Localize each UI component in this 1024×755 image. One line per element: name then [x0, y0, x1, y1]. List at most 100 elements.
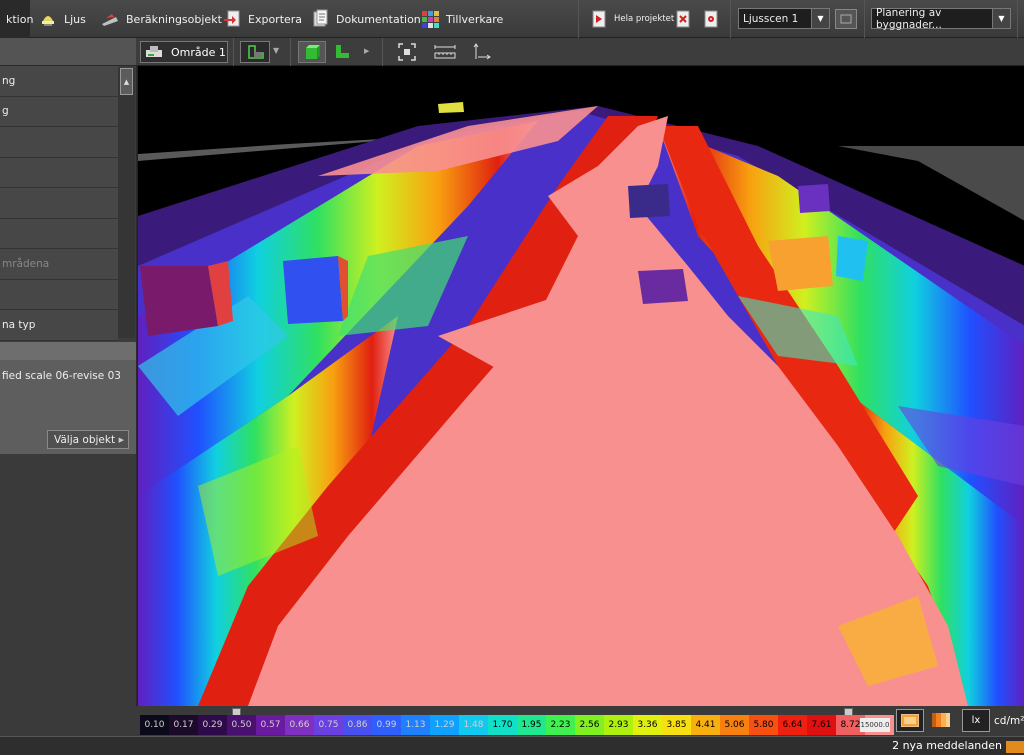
menu-calc-objects-label: Beräkningsobjekt	[126, 12, 222, 26]
legend-value: 5.80	[749, 715, 778, 735]
main-menu-bar: ktion Ljus Beräkningsobjekt Exportera Do…	[0, 0, 1024, 38]
status-bar: 2 nya meddelanden	[0, 736, 1024, 755]
toolbar-separator	[382, 38, 383, 66]
legend-value: 1.48	[459, 715, 488, 735]
floor-view-button[interactable]	[334, 44, 350, 63]
select-object-label: Välja objekt	[54, 433, 116, 446]
select-object-button[interactable]: Välja objekt ▶	[47, 430, 129, 449]
viewport-toolbar: Område 1 ▼ ▶	[136, 38, 1024, 66]
legend-value: 0.50	[227, 715, 256, 735]
legend-value: 0.75	[314, 715, 343, 735]
legend-value: 2.23	[546, 715, 575, 735]
menu-light[interactable]: Ljus	[32, 0, 92, 38]
measure-height-button[interactable]	[472, 43, 492, 64]
legend-value: 1.13	[401, 715, 430, 735]
ruler-icon	[434, 45, 456, 63]
menu-light-label: Ljus	[64, 12, 86, 26]
menu-documentation-label: Dokumentation	[336, 12, 421, 26]
fit-view-icon	[398, 43, 416, 64]
menu-separator	[578, 0, 579, 38]
chevron-right-icon: ▶	[118, 435, 124, 444]
menu-export[interactable]: Exportera	[216, 0, 308, 38]
legend-value: 0.86	[343, 715, 372, 735]
list-item-label: mrådena	[2, 257, 50, 270]
left-panel-empty-area	[0, 454, 136, 755]
list-item[interactable]	[0, 218, 118, 249]
legend-value: 0.66	[285, 715, 314, 735]
plan-select-value: Planering av byggnader...	[876, 6, 942, 31]
cube-icon	[305, 45, 321, 64]
calc-settings-button[interactable]	[698, 0, 724, 38]
light-scene-select[interactable]: Ljusscen 1 ▼	[738, 8, 830, 29]
menu-manufacturer[interactable]: Tillverkare	[414, 0, 509, 38]
plan-select[interactable]: Planering av byggnader... ▼	[871, 6, 1011, 31]
notifications-text[interactable]: 2 nya meddelanden	[892, 739, 1002, 752]
legend-value: 3.36	[633, 715, 662, 735]
list-item[interactable]: mrådena	[0, 249, 118, 280]
3d-view-button[interactable]	[298, 41, 326, 63]
app-window: ktion Ljus Beräkningsobjekt Exportera Do…	[0, 0, 1024, 755]
left-panel-header	[0, 38, 136, 66]
legend-color-scale: 0.10 0.17 0.29 0.50 0.57 0.66 0.75 0.86 0.99 1.13…	[140, 715, 894, 735]
list-item[interactable]: na typ	[0, 310, 118, 341]
menu-calc-objects[interactable]: Beräkningsobjekt	[94, 0, 228, 38]
calc-whole-project-label: Hela projektet	[614, 14, 675, 24]
list-item[interactable]	[0, 279, 118, 310]
area-button[interactable]: Område 1	[140, 41, 228, 63]
list-item[interactable]: g	[0, 96, 118, 127]
scroll-up-button[interactable]: ▲	[120, 68, 133, 95]
cancel-calc-button[interactable]	[670, 0, 696, 38]
list-item[interactable]	[0, 188, 118, 219]
chevron-right-icon[interactable]: ▶	[364, 47, 369, 55]
legend-value: 3.85	[662, 715, 691, 735]
color-steps-icon	[932, 713, 950, 730]
chevron-down-icon[interactable]: ▼	[273, 46, 279, 55]
legend-value: 1.95	[517, 715, 546, 735]
floor-plan-icon	[334, 45, 350, 63]
legend-max-value: 15000.0	[860, 718, 890, 732]
3d-viewport[interactable]	[137, 66, 1024, 706]
left-panel-scrollbar[interactable]	[118, 68, 135, 338]
unit-cdm2-button[interactable]: cd/m²	[994, 715, 1024, 727]
menu-export-label: Exportera	[248, 12, 303, 26]
list-item[interactable]	[0, 127, 118, 158]
legend-value: 0.10	[140, 715, 169, 735]
legend-value: 1.29	[430, 715, 459, 735]
measure-distance-button[interactable]	[434, 44, 456, 63]
manufacturer-icon	[420, 9, 440, 29]
legend-steps-button[interactable]	[932, 713, 950, 730]
menu-documentation[interactable]: Dokumentation	[304, 0, 427, 38]
fit-view-button[interactable]	[398, 43, 416, 64]
list-item[interactable]	[0, 157, 118, 188]
notification-badge[interactable]	[1006, 741, 1024, 753]
legend-value: 7.61	[807, 715, 836, 735]
legend-value: 0.57	[256, 715, 285, 735]
light-scene-value: Ljusscen 1	[743, 12, 799, 25]
legend-value: 6.64	[778, 715, 807, 735]
list-item[interactable]: ng	[0, 66, 118, 97]
area-icon	[145, 44, 165, 61]
list-item-label: na typ	[2, 318, 36, 331]
chevron-down-icon: ▼	[992, 9, 1010, 28]
unit-lux-button[interactable]: lx	[962, 709, 990, 732]
left-panel-list: ng g mrådena na typ	[0, 66, 118, 341]
calculate-icon	[592, 9, 606, 29]
toolbar-separator	[233, 38, 234, 66]
legend-gradient-button[interactable]	[896, 709, 924, 732]
false-color-legend: 0.10 0.17 0.29 0.50 0.57 0.66 0.75 0.86 0.99 1.13…	[136, 706, 1024, 736]
menu-separator	[864, 0, 865, 38]
menu-manufacturer-label: Tillverkare	[446, 12, 504, 26]
legend-value: 0.29	[198, 715, 227, 735]
menu-construction-label: ktion	[6, 12, 34, 26]
legend-value: 2.93	[604, 715, 633, 735]
menu-construction[interactable]: ktion	[0, 0, 34, 38]
calculation-object-icon	[100, 9, 120, 29]
legend-value: 0.17	[169, 715, 198, 735]
room-view-button[interactable]	[240, 41, 270, 63]
left-panel: ng g mrådena na typ ▲ fied scale 06-revi…	[0, 38, 136, 755]
scene-options-button[interactable]	[835, 9, 857, 29]
legend-value: 5.06	[720, 715, 749, 735]
legend-value: 1.70	[488, 715, 517, 735]
menu-separator	[1017, 0, 1018, 38]
calc-whole-project-button[interactable]: Hela projektet	[586, 0, 680, 38]
